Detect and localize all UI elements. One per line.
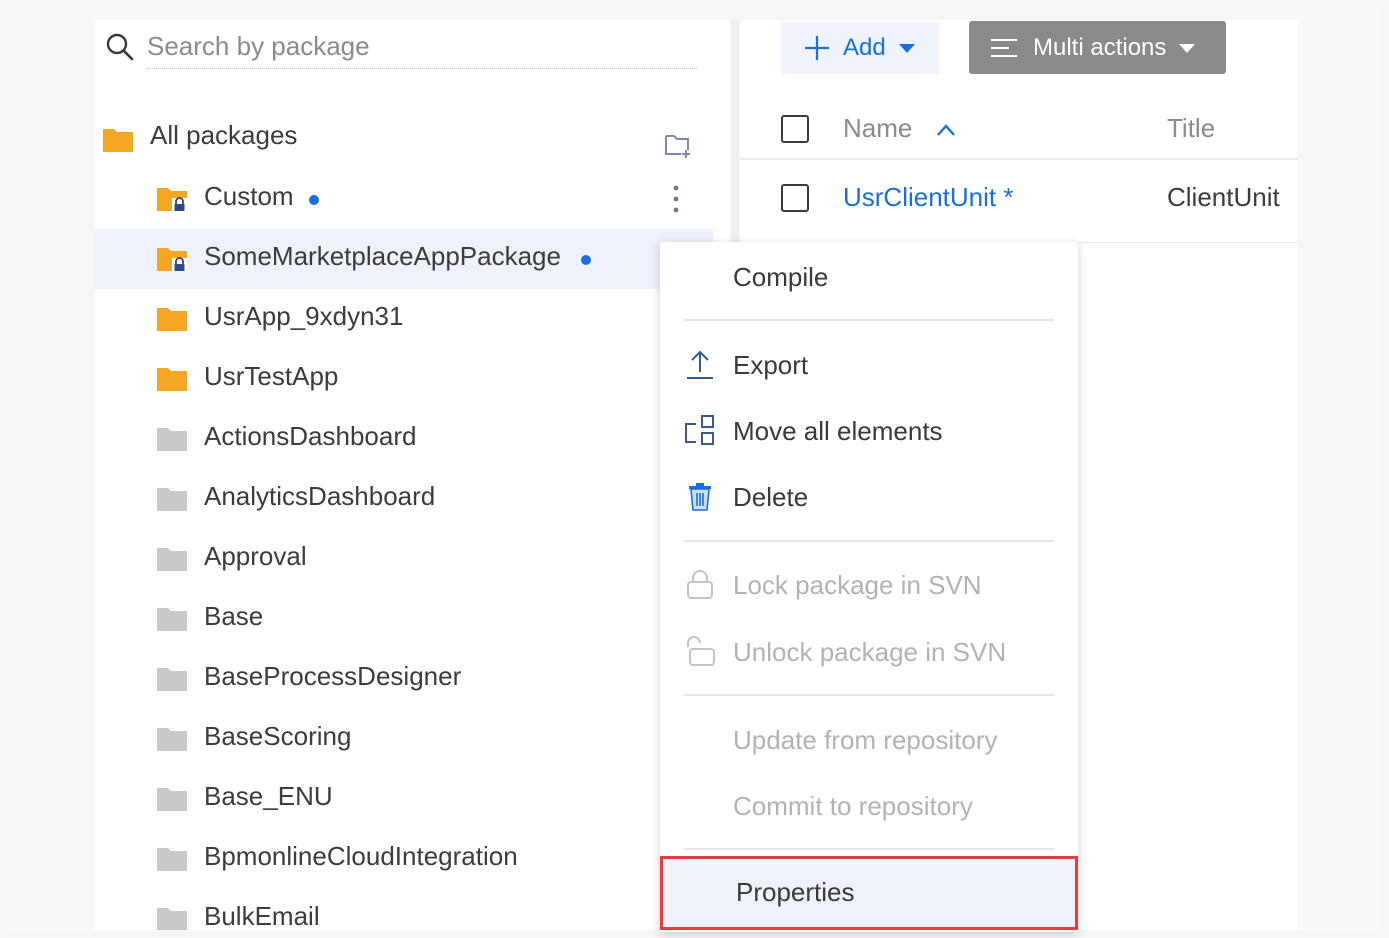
menu-item-delete[interactable]: Delete	[660, 468, 1078, 524]
table-row[interactable]: UsrClientUnit * ClientUnit	[740, 160, 1298, 243]
changed-indicator-dot	[309, 195, 319, 205]
tree-root-label: All packages	[150, 120, 298, 150]
column-header-name[interactable]: Name	[843, 113, 912, 144]
tree-item-label: BaseScoring	[204, 721, 352, 751]
tree-item[interactable]: BaseScoring	[95, 709, 730, 769]
locked-folder-icon	[157, 248, 187, 271]
search-bar	[95, 20, 715, 80]
row-checkbox[interactable]	[781, 184, 809, 212]
folder-icon	[157, 608, 187, 631]
folder-icon	[157, 728, 187, 751]
multi-actions-label: Multi actions	[1033, 33, 1167, 61]
add-button-label: Add	[843, 34, 886, 61]
tree-item[interactable]: BulkEmail	[95, 889, 730, 930]
menu-item-properties[interactable]: Properties	[660, 856, 1078, 930]
tree-item-label: ActionsDashboard	[204, 421, 417, 451]
tree-item-label: AnalyticsDashboard	[204, 481, 436, 511]
export-icon	[687, 350, 713, 379]
lock-icon	[687, 570, 713, 599]
tree-item[interactable]: ActionsDashboard	[95, 409, 730, 469]
tree-item-label: BaseProcessDesigner	[204, 661, 462, 691]
folder-icon	[157, 668, 187, 691]
folder-icon	[157, 308, 187, 331]
folder-icon	[157, 488, 187, 511]
menu-item-update-from-repository[interactable]: Update from repository	[660, 711, 1078, 767]
tree-item[interactable]: AnalyticsDashboard	[95, 469, 730, 529]
folder-icon	[157, 908, 187, 930]
folder-icon	[157, 548, 187, 571]
package-tree-panel: All packages Custom SomeMarketplaceAppPac…	[95, 20, 730, 930]
tree-item[interactable]: SomeMarketplaceAppPackage	[95, 229, 713, 289]
search-icon	[106, 33, 134, 61]
package-context-menu: Compile Export Move all elements Delete	[660, 242, 1078, 932]
list-icon	[991, 38, 1017, 57]
column-header-title[interactable]: Title	[1167, 113, 1215, 144]
plus-icon	[805, 36, 829, 60]
folder-icon	[103, 129, 133, 152]
tree-item-label: UsrApp_9xdyn31	[204, 301, 404, 331]
menu-item-lock-package-svn[interactable]: Lock package in SVN	[660, 556, 1078, 612]
tree-item[interactable]: Custom	[95, 169, 730, 229]
menu-divider	[684, 319, 1054, 321]
caret-down-icon	[898, 44, 915, 53]
tree-root-all-packages[interactable]: All packages	[95, 108, 730, 164]
multi-actions-button[interactable]: Multi actions	[969, 21, 1226, 74]
menu-item-move-all-elements[interactable]: Move all elements	[660, 402, 1078, 458]
tree-item-label: BpmonlineCloudIntegration	[204, 841, 518, 871]
unlock-icon	[687, 636, 715, 666]
caret-down-icon	[1179, 43, 1196, 53]
select-all-checkbox[interactable]	[781, 115, 809, 143]
menu-item-commit-to-repository[interactable]: Commit to repository	[660, 777, 1078, 833]
tree-item[interactable]: Base	[95, 589, 730, 649]
new-folder-icon[interactable]	[663, 130, 693, 160]
tree-item-label: Custom	[204, 181, 294, 211]
menu-divider	[684, 540, 1054, 542]
folder-icon	[157, 848, 187, 871]
folder-icon	[157, 368, 187, 391]
menu-item-export[interactable]: Export	[660, 336, 1078, 392]
tree-item[interactable]: Approval	[95, 529, 730, 589]
move-elements-icon	[685, 415, 714, 445]
tree-item-label: UsrTestApp	[204, 361, 339, 391]
row-title: ClientUnit	[1167, 182, 1280, 212]
tree-item-label: BulkEmail	[204, 901, 320, 930]
add-button[interactable]: Add	[781, 22, 939, 74]
search-input[interactable]	[147, 24, 697, 69]
tree-item[interactable]: UsrTestApp	[95, 349, 730, 409]
menu-divider	[684, 848, 1054, 850]
menu-item-compile[interactable]: Compile	[660, 248, 1078, 304]
menu-divider	[684, 694, 1054, 696]
tree-item-label: SomeMarketplaceAppPackage	[204, 241, 561, 271]
table-header: Name Title	[740, 104, 1298, 160]
trash-icon	[689, 483, 711, 511]
menu-item-unlock-package-svn[interactable]: Unlock package in SVN	[660, 623, 1078, 679]
tree-item[interactable]: UsrApp_9xdyn31	[95, 289, 730, 349]
tree-item-label: Approval	[204, 541, 307, 571]
sort-ascending-icon[interactable]	[934, 120, 958, 140]
tree-item[interactable]: BpmonlineCloudIntegration	[95, 829, 730, 889]
row-name-link[interactable]: UsrClientUnit *	[843, 182, 1014, 213]
folder-icon	[157, 428, 187, 451]
folder-icon	[157, 788, 187, 811]
more-actions-icon[interactable]	[665, 182, 687, 216]
tree-item-label: Base	[204, 601, 264, 631]
tree-item[interactable]: Base_ENU	[95, 769, 730, 829]
changed-indicator-dot	[581, 255, 591, 265]
tree-item[interactable]: BaseProcessDesigner	[95, 649, 730, 709]
tree-item-label: Base_ENU	[204, 781, 333, 811]
locked-folder-icon	[157, 188, 187, 211]
